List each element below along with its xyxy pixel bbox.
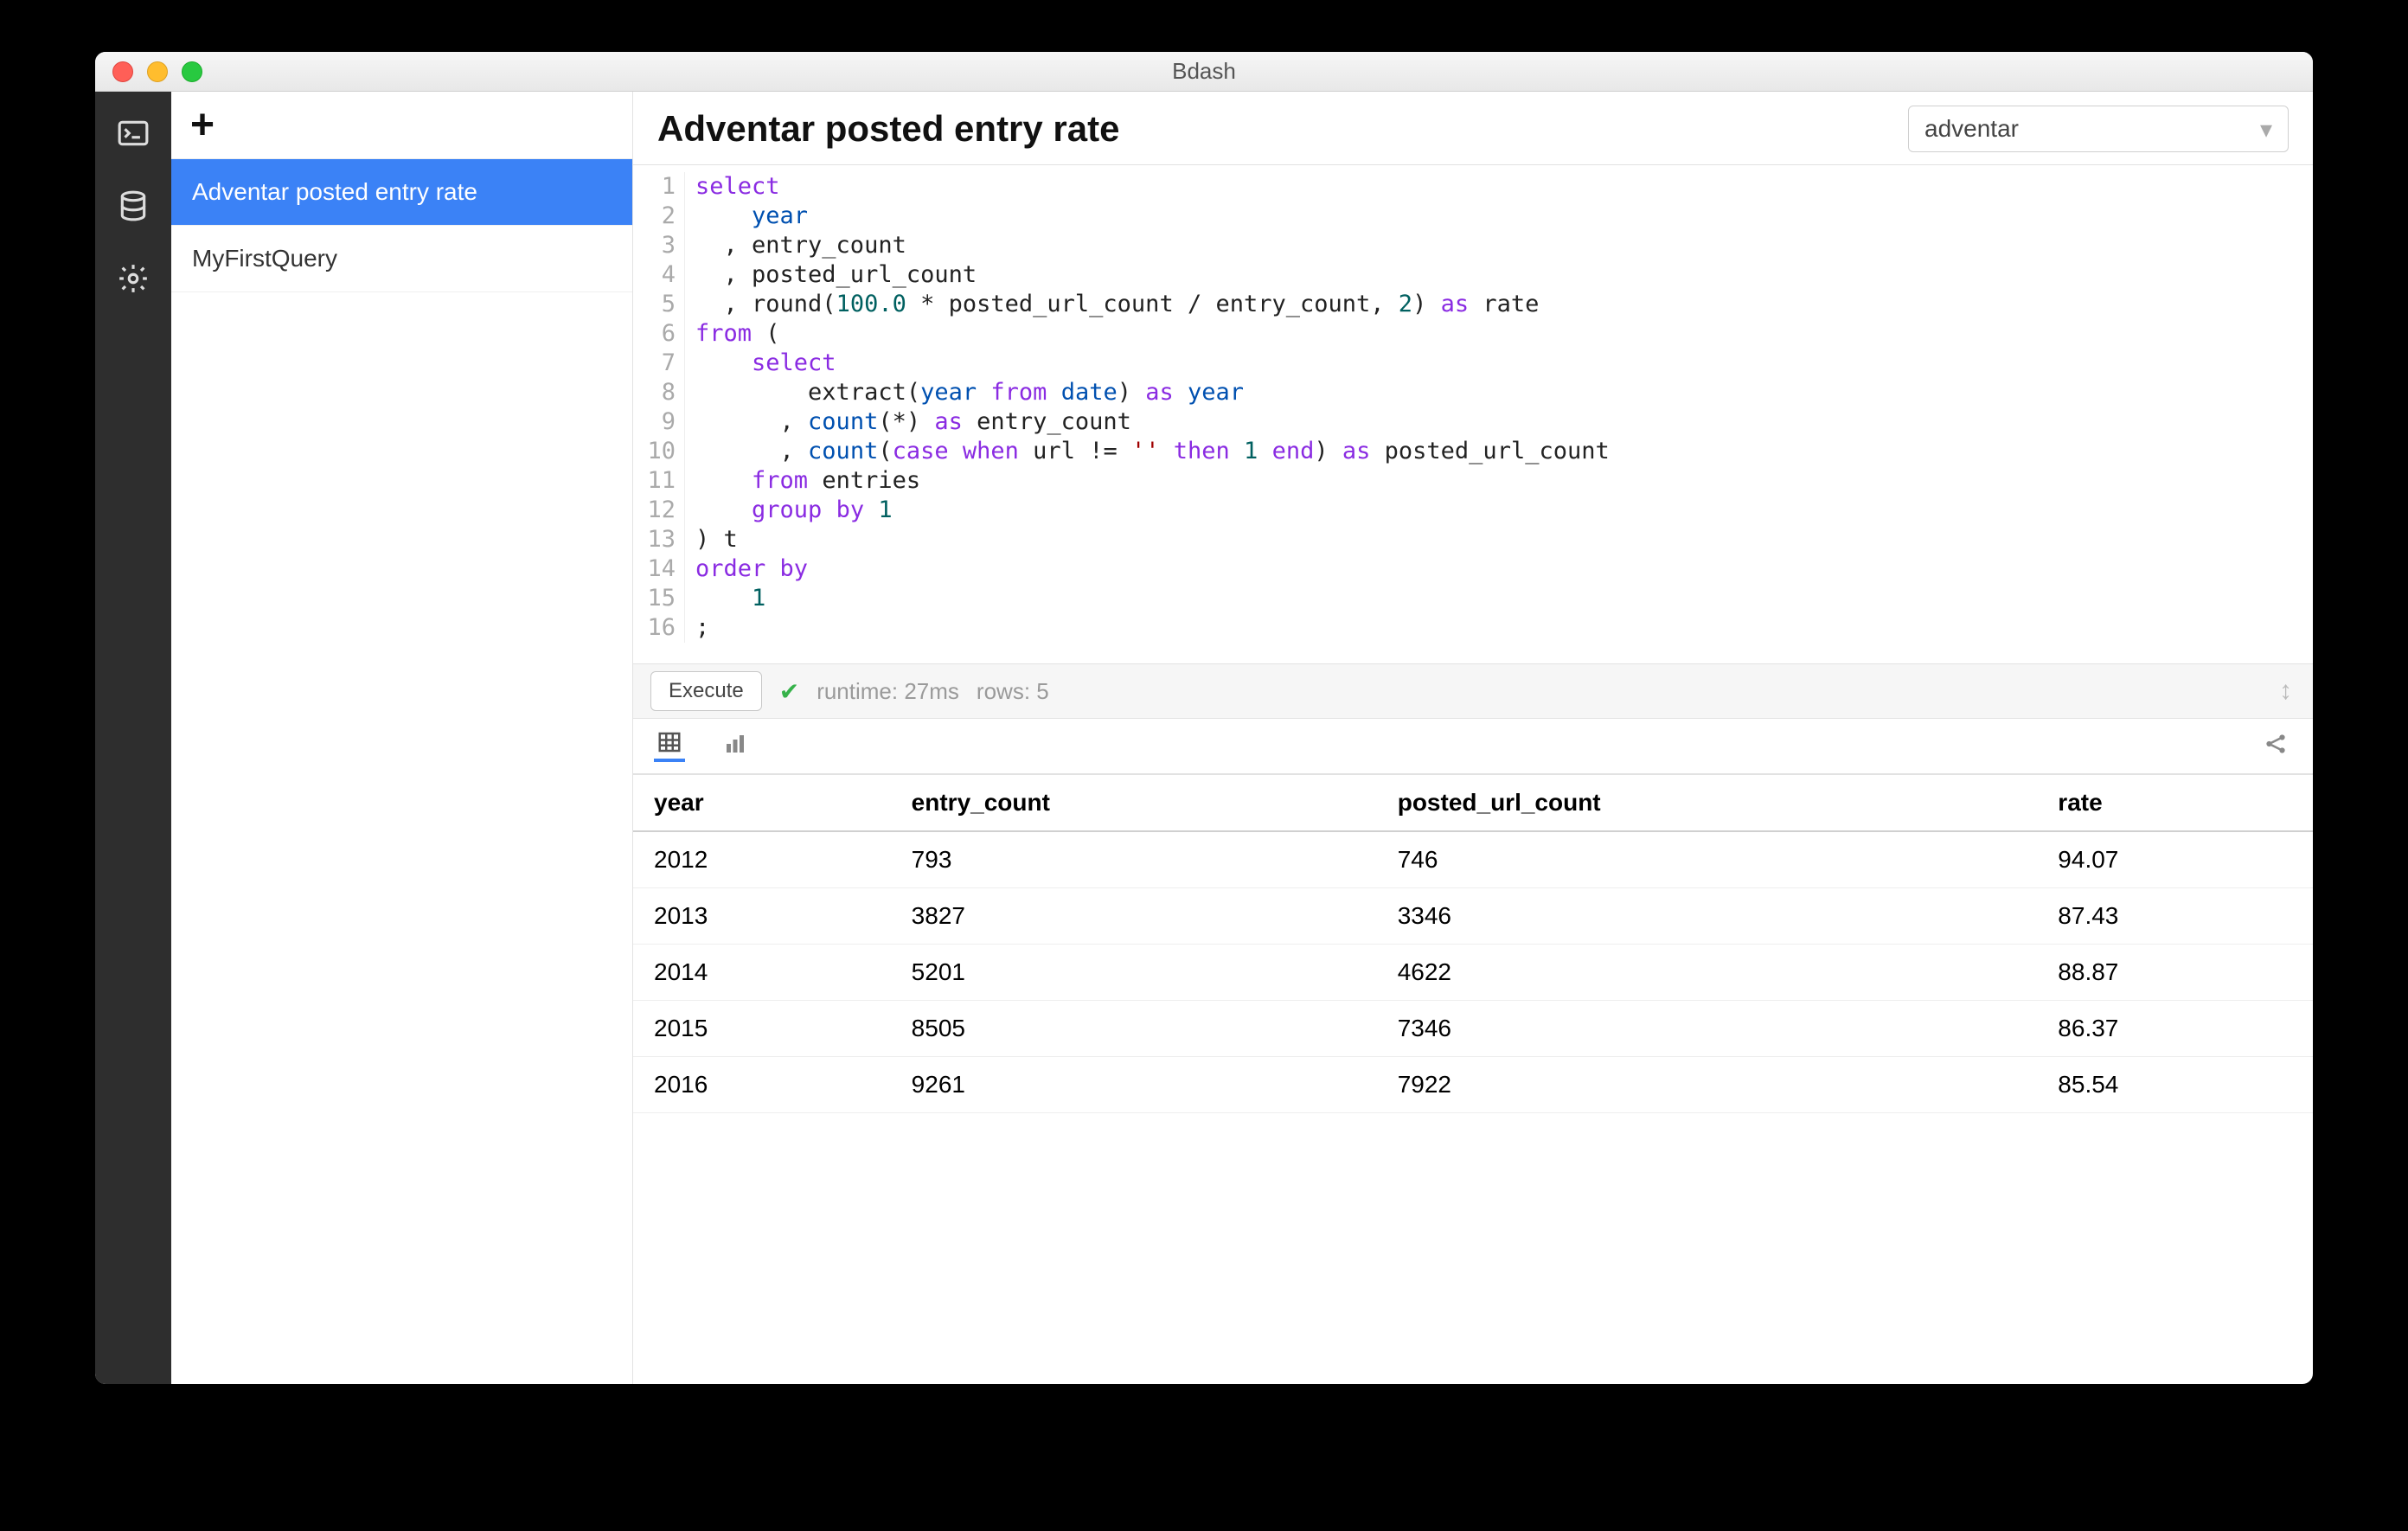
table-row[interactable]: 201279374694.07 (633, 831, 2313, 888)
datasource-select[interactable]: adventar ▾ (1908, 106, 2289, 152)
table-cell: 9261 (891, 1057, 1377, 1113)
terminal-icon[interactable] (112, 112, 154, 154)
table-cell: 87.43 (2037, 888, 2313, 945)
column-header[interactable]: posted_url_count (1377, 775, 2038, 832)
table-cell: 2014 (633, 945, 891, 1001)
window-title: Bdash (95, 58, 2313, 85)
column-header[interactable]: year (633, 775, 891, 832)
table-cell: 4622 (1377, 945, 2038, 1001)
editor-gutter: 12345678910111213141516 (633, 172, 685, 643)
table-cell: 88.87 (2037, 945, 2313, 1001)
share-button[interactable] (2263, 731, 2289, 761)
table-cell: 2012 (633, 831, 891, 888)
table-row[interactable]: 20133827334687.43 (633, 888, 2313, 945)
table-cell: 3346 (1377, 888, 2038, 945)
table-cell: 3827 (891, 888, 1377, 945)
settings-icon[interactable] (112, 258, 154, 299)
table-cell: 7922 (1377, 1057, 2038, 1113)
table-view-tab[interactable] (654, 731, 685, 762)
query-list: Adventar posted entry rateMyFirstQuery (171, 159, 632, 1384)
table-cell: 2015 (633, 1001, 891, 1057)
results-table: yearentry_countposted_url_countrate 2012… (633, 774, 2313, 1113)
new-query-button[interactable]: + (190, 105, 215, 146)
table-cell: 2016 (633, 1057, 891, 1113)
table-cell: 94.07 (2037, 831, 2313, 888)
results-body: 201279374694.0720133827334687.4320145201… (633, 831, 2313, 1113)
sidebar-query-item[interactable]: MyFirstQuery (171, 226, 632, 292)
table-row[interactable]: 20158505734686.37 (633, 1001, 2313, 1057)
table-cell: 5201 (891, 945, 1377, 1001)
status-rows: rows: 5 (977, 678, 1049, 705)
titlebar: Bdash (95, 52, 2313, 92)
chart-view-tab[interactable] (720, 731, 751, 762)
column-header[interactable]: rate (2037, 775, 2313, 832)
table-cell: 85.54 (2037, 1057, 2313, 1113)
main-header: Adventar posted entry rate adventar ▾ (633, 92, 2313, 165)
query-title[interactable]: Adventar posted entry rate (657, 108, 1119, 150)
editor-code[interactable]: select year , entry_count , posted_url_c… (685, 172, 1610, 643)
table-cell: 793 (891, 831, 1377, 888)
table-cell: 8505 (891, 1001, 1377, 1057)
main-pane: Adventar posted entry rate adventar ▾ 12… (633, 92, 2313, 1384)
table-cell: 2013 (633, 888, 891, 945)
execute-button[interactable]: Execute (650, 671, 762, 711)
success-check-icon: ✔ (779, 677, 799, 706)
results-pane: yearentry_countposted_url_countrate 2012… (633, 774, 2313, 1384)
vertical-resize-handle[interactable]: ↕ (2279, 676, 2292, 706)
execute-bar: Execute ✔ runtime: 27ms rows: 5 ↕ (633, 663, 2313, 719)
sql-editor[interactable]: 12345678910111213141516 select year , en… (633, 165, 2313, 663)
sidebar-query-item[interactable]: Adventar posted entry rate (171, 159, 632, 226)
table-cell: 746 (1377, 831, 2038, 888)
database-icon[interactable] (112, 185, 154, 227)
results-header-row: yearentry_countposted_url_countrate (633, 775, 2313, 832)
status-runtime: runtime: 27ms (817, 678, 959, 705)
table-row[interactable]: 20145201462288.87 (633, 945, 2313, 1001)
app-window: Bdash + Adventar posted entry rateMyFirs… (95, 52, 2313, 1384)
result-tabs (633, 719, 2313, 774)
nav-rail (95, 92, 171, 1384)
table-cell: 7346 (1377, 1001, 2038, 1057)
datasource-value: adventar (1924, 115, 2019, 143)
column-header[interactable]: entry_count (891, 775, 1377, 832)
sidebar-header: + (171, 92, 632, 159)
query-sidebar: + Adventar posted entry rateMyFirstQuery (171, 92, 633, 1384)
table-cell: 86.37 (2037, 1001, 2313, 1057)
chevron-down-icon: ▾ (2260, 115, 2272, 144)
table-row[interactable]: 20169261792285.54 (633, 1057, 2313, 1113)
